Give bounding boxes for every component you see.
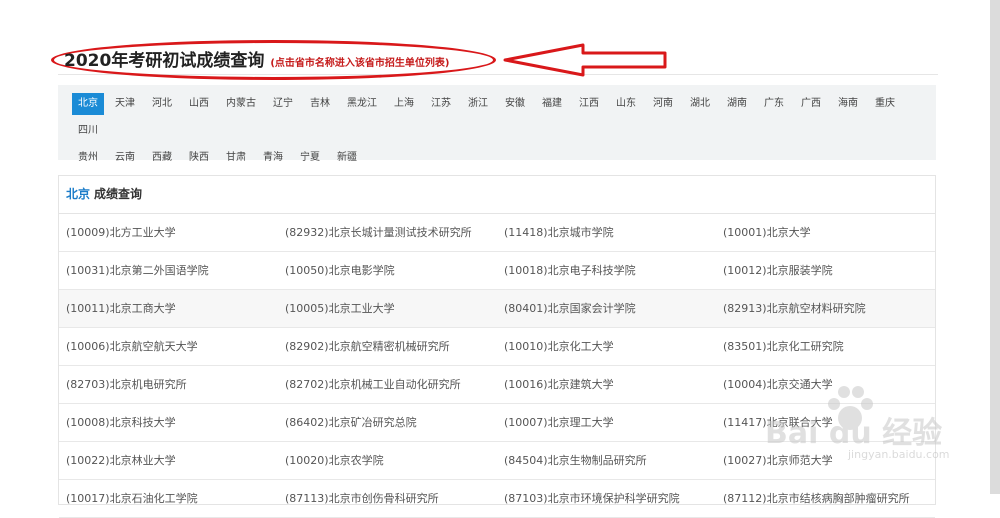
institution-link[interactable]: (10008)北京科技大学 <box>59 404 278 441</box>
institution-link[interactable]: (83501)北京化工研究院 <box>716 328 935 365</box>
province-link[interactable]: 天津 <box>109 93 141 115</box>
province-link[interactable]: 四川 <box>72 120 104 142</box>
province-link[interactable]: 浙江 <box>462 93 494 115</box>
institution-link[interactable]: (82902)北京航空精密机械研究所 <box>278 328 497 365</box>
institution-link[interactable]: (10017)北京石油化工学院 <box>59 480 278 517</box>
province-link[interactable]: 青海 <box>257 147 289 169</box>
results-panel: 北京 成绩查询 (10009)北方工业大学 (82932)北京长城计量测试技术研究所… <box>58 175 936 518</box>
province-link[interactable]: 新疆 <box>331 147 363 169</box>
page-title: 2020年考研初试成绩查询 (点击省市名称进入该省市招生单位列表) <box>64 46 449 71</box>
institution-link[interactable]: (10011)北京工商大学 <box>59 290 278 327</box>
institution-link[interactable]: (82932)北京长城计量测试技术研究所 <box>278 214 497 251</box>
panel-heading-label: 成绩查询 <box>94 187 143 201</box>
province-link[interactable]: 湖北 <box>684 93 716 115</box>
window-right-edge <box>990 0 1000 494</box>
institution-link[interactable]: (82913)北京航空材料研究院 <box>716 290 935 327</box>
province-link[interactable]: 陕西 <box>183 147 215 169</box>
province-link[interactable]: 福建 <box>536 93 568 115</box>
institution-link[interactable]: (82703)北京机电研究所 <box>59 366 278 403</box>
institution-link[interactable]: (10009)北方工业大学 <box>59 214 278 251</box>
institution-link[interactable]: (10050)北京电影学院 <box>278 252 497 289</box>
institution-link[interactable]: (10001)北京大学 <box>716 214 935 251</box>
province-link[interactable]: 江苏 <box>425 93 457 115</box>
province-link[interactable]: 河南 <box>647 93 679 115</box>
institution-link[interactable]: (10010)北京化工大学 <box>497 328 716 365</box>
province-link[interactable]: 黑龙江 <box>341 93 383 115</box>
institution-link[interactable]: (11417)北京联合大学 <box>716 404 935 441</box>
panel-city: 北京 <box>66 187 91 201</box>
province-link[interactable]: 甘肃 <box>220 147 252 169</box>
province-link[interactable]: 西藏 <box>146 147 178 169</box>
province-link[interactable]: 上海 <box>388 93 420 115</box>
table-row: (10009)北方工业大学 (82932)北京长城计量测试技术研究所 (11418)… <box>59 214 935 252</box>
table-row: (10022)北京林业大学 (10020)北京农学院 (84504)北京生物制品研究… <box>59 442 935 480</box>
province-link[interactable]: 山东 <box>610 93 642 115</box>
institution-link[interactable]: (10018)北京电子科技学院 <box>497 252 716 289</box>
institution-link[interactable]: (10027)北京师范大学 <box>716 442 935 479</box>
province-link[interactable]: 北京 <box>72 93 104 115</box>
table-row: (10017)北京石油化工学院 (87113)北京市创伤骨科研究所 (87103)北… <box>59 480 935 518</box>
province-link[interactable]: 吉林 <box>304 93 336 115</box>
title-text: 2020年考研初试成绩查询 <box>64 51 265 71</box>
institution-link[interactable]: (10022)北京林业大学 <box>59 442 278 479</box>
province-selector: 北京 天津 河北 山西 内蒙古 辽宁 吉林 黑龙江 上海 江苏 浙江 安徽 福建 江西 山东 河南 湖北 湖南 广东… <box>58 85 936 163</box>
province-link[interactable]: 广东 <box>758 93 790 115</box>
province-link[interactable]: 安徽 <box>499 93 531 115</box>
institution-link[interactable]: (11418)北京城市学院 <box>497 214 716 251</box>
province-link[interactable]: 广西 <box>795 93 827 115</box>
title-hint: (点击省市名称进入该省市招生单位列表) <box>270 58 450 69</box>
table-row: (82703)北京机电研究所 (82702)北京机械工业自动化研究所 (10016)… <box>59 366 935 404</box>
province-link[interactable]: 内蒙古 <box>220 93 262 115</box>
institution-link[interactable]: (82702)北京机械工业自动化研究所 <box>278 366 497 403</box>
province-link[interactable]: 江西 <box>573 93 605 115</box>
institution-link[interactable]: (80401)北京国家会计学院 <box>497 290 716 327</box>
institution-link[interactable]: (86402)北京矿冶研究总院 <box>278 404 497 441</box>
province-list: 北京 天津 河北 山西 内蒙古 辽宁 吉林 黑龙江 上海 江苏 浙江 安徽 福建 江西 山东 河南 湖北 湖南 广东… <box>72 93 924 174</box>
institution-link[interactable]: (87103)北京市环境保护科学研究院 <box>497 480 716 517</box>
province-link[interactable]: 宁夏 <box>294 147 326 169</box>
province-link[interactable]: 湖南 <box>721 93 753 115</box>
institution-link[interactable]: (10012)北京服装学院 <box>716 252 935 289</box>
institution-link[interactable]: (10007)北京理工大学 <box>497 404 716 441</box>
institution-link[interactable]: (10016)北京建筑大学 <box>497 366 716 403</box>
table-row: (10006)北京航空航天大学 (82902)北京航空精密机械研究所 (10010)… <box>59 328 935 366</box>
institution-link[interactable]: (10006)北京航空航天大学 <box>59 328 278 365</box>
province-link[interactable]: 河北 <box>146 93 178 115</box>
table-row: (10008)北京科技大学 (86402)北京矿冶研究总院 (10007)北京理工大… <box>59 404 935 442</box>
province-link[interactable]: 重庆 <box>869 93 901 115</box>
page-header: 2020年考研初试成绩查询 (点击省市名称进入该省市招生单位列表) <box>51 28 938 80</box>
institution-link[interactable]: (87113)北京市创伤骨科研究所 <box>278 480 497 517</box>
institution-grid: (10009)北方工业大学 (82932)北京长城计量测试技术研究所 (11418)… <box>59 214 935 518</box>
institution-link[interactable]: (10031)北京第二外国语学院 <box>59 252 278 289</box>
red-arrow-annotation <box>503 43 667 77</box>
table-row: (10031)北京第二外国语学院 (10050)北京电影学院 (10018)北京电子… <box>59 252 935 290</box>
province-link[interactable]: 山西 <box>183 93 215 115</box>
province-link[interactable]: 辽宁 <box>267 93 299 115</box>
province-link[interactable]: 贵州 <box>72 147 104 169</box>
institution-link[interactable]: (10020)北京农学院 <box>278 442 497 479</box>
province-link[interactable]: 云南 <box>109 147 141 169</box>
institution-link[interactable]: (87112)北京市结核病胸部肿瘤研究所 <box>716 480 935 517</box>
institution-link[interactable]: (10005)北京工业大学 <box>278 290 497 327</box>
province-link[interactable]: 海南 <box>832 93 864 115</box>
table-row: (10011)北京工商大学 (10005)北京工业大学 (80401)北京国家会计学… <box>59 290 935 328</box>
institution-link[interactable]: (84504)北京生物制品研究所 <box>497 442 716 479</box>
panel-heading: 北京 成绩查询 <box>59 176 935 214</box>
institution-link[interactable]: (10004)北京交通大学 <box>716 366 935 403</box>
